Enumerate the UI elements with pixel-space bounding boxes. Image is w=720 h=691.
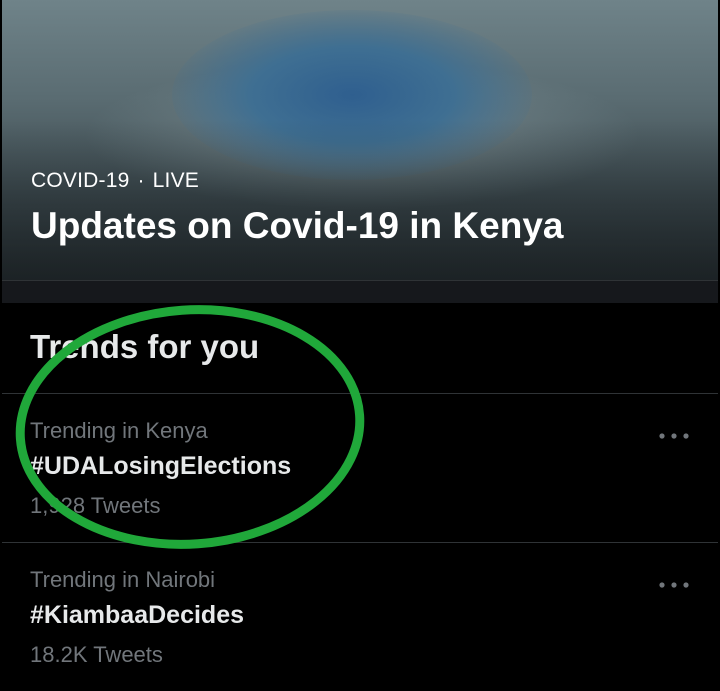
trend-tweet-count: 18.2K Tweets — [30, 642, 163, 667]
hero-meta: COVID-19 · LIVE — [31, 169, 199, 193]
trend-context: Trending in Kenya — [30, 418, 208, 443]
trend-name: #KiambaaDecides — [30, 601, 245, 629]
more-horizontal-icon[interactable] — [658, 577, 690, 593]
trend-tweet-count: 1,928 Tweets — [30, 493, 161, 518]
hero-title: Updates on Covid-19 in Kenya — [31, 205, 564, 246]
section-separator — [2, 280, 718, 303]
hero-separator: · — [137, 169, 145, 192]
hero-shade — [2, 120, 718, 280]
trend-item-kiambaadecides[interactable]: Trending in Nairobi #KiambaaDecides 18.2… — [0, 543, 720, 691]
hero-status: LIVE — [152, 169, 199, 192]
trends-section-title: Trends for you — [30, 328, 260, 365]
trend-item-udalosingelections[interactable]: Trending in Kenya #UDALosingElections 1,… — [0, 394, 720, 542]
explore-hero-banner[interactable]: COVID-19 · LIVE Updates on Covid-19 in Ken… — [2, 0, 718, 280]
more-horizontal-icon[interactable] — [658, 428, 690, 444]
trend-context: Trending in Nairobi — [30, 567, 216, 592]
hero-category: COVID-19 — [31, 169, 130, 192]
trend-name: #UDALosingElections — [30, 452, 292, 480]
